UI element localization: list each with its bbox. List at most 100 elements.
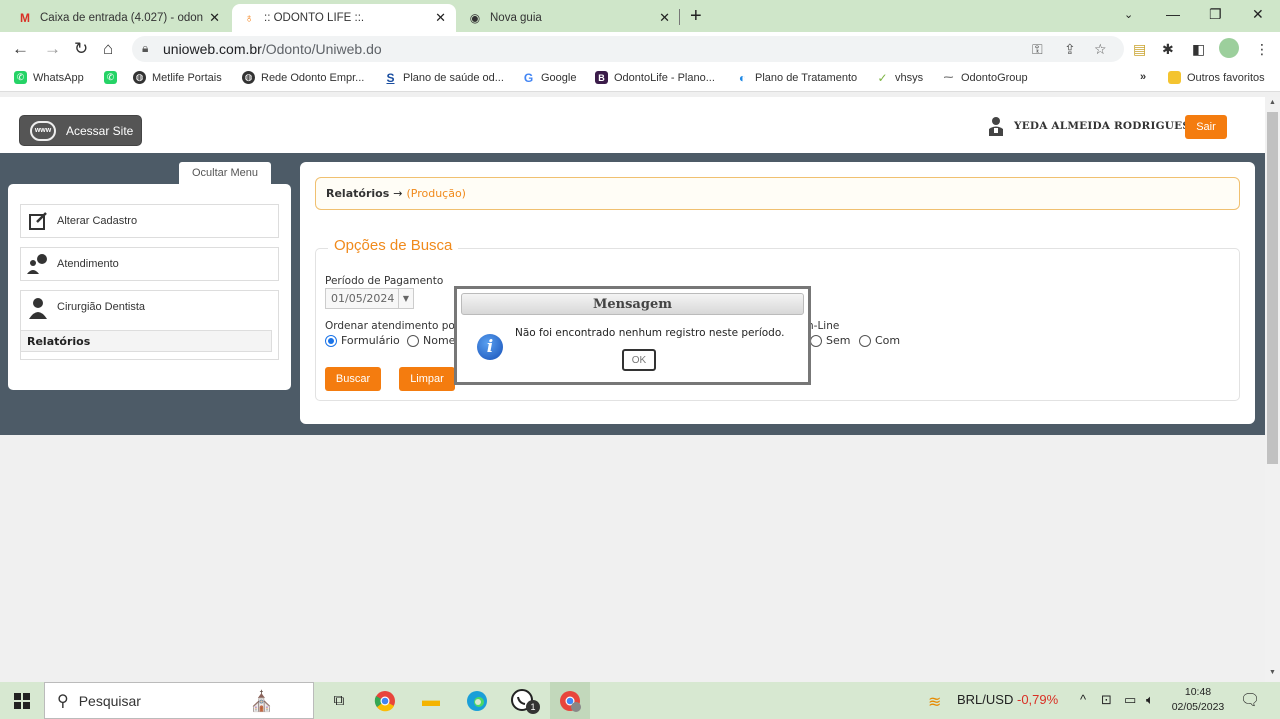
file-explorer-icon[interactable]: ▬ — [416, 682, 446, 719]
vertical-scrollbar[interactable]: ▲ ▼ — [1265, 97, 1280, 682]
globe-icon: ◍ — [242, 71, 255, 84]
menu-icon[interactable]: ⋮ — [1255, 41, 1269, 58]
close-icon[interactable]: ✕ — [659, 10, 670, 26]
radio-formulario[interactable]: Formulário — [325, 334, 400, 347]
radio-checked-icon[interactable] — [325, 334, 337, 347]
bookmark-metlife[interactable]: ◍ Metlife Portais — [133, 71, 222, 84]
restore-icon[interactable]: ❐ — [1209, 6, 1222, 23]
scroll-up-icon[interactable]: ▲ — [1269, 99, 1276, 106]
whatsapp-icon: ✆ — [104, 71, 117, 84]
whatsapp-taskbar-icon[interactable]: 1 — [506, 682, 540, 719]
breadcrumb-title: Relatórios — [326, 187, 390, 200]
tab-gmail[interactable]: M Caixa de entrada (4.027) - odont ✕ — [8, 4, 230, 32]
bookmark-odontolife[interactable]: B OdontoLife - Plano... — [595, 71, 715, 84]
site-header: www Acessar Site YEDA ALMEIDA RODRIGUES … — [0, 97, 1265, 153]
speaker-person-icon — [27, 253, 49, 275]
bookmark-whatsapp-2[interactable]: ✆ — [104, 71, 123, 84]
sidebar-item-atendimento[interactable]: Atendimento — [20, 247, 279, 281]
notifications-icon[interactable]: 🗨︎ — [1240, 690, 1260, 710]
www-icon: www — [30, 120, 56, 141]
radio-com[interactable]: Com — [859, 334, 900, 347]
chevron-down-icon[interactable]: ▼ — [398, 289, 413, 308]
acessar-site-button[interactable]: www Acessar Site — [19, 115, 142, 146]
task-view-icon[interactable]: ⧉ — [324, 682, 354, 719]
scroll-thumb[interactable] — [1267, 112, 1278, 464]
radio-label: Formulário — [341, 334, 400, 347]
bookmark-rede-odonto[interactable]: ◍ Rede Odonto Empr... — [242, 71, 364, 84]
sidebar-item-alterar-cadastro[interactable]: Alterar Cadastro — [20, 204, 279, 238]
buscar-button[interactable]: Buscar — [325, 367, 381, 391]
currency-change: -0,79% — [1017, 692, 1059, 707]
dialog-title: Mensagem — [461, 293, 804, 315]
bookmark-plano-saude[interactable]: S Plano de saúde od... — [384, 71, 504, 85]
close-icon[interactable]: ✕ — [209, 10, 220, 26]
search-options-legend: Opções de Busca — [328, 237, 459, 254]
bookmark-odontogroup[interactable]: ⁓ OdontoGroup — [942, 71, 1028, 84]
radio-sem[interactable]: Sem — [810, 334, 850, 347]
taskbar-search[interactable]: ⚲ Pesquisar ⛪ — [44, 682, 314, 719]
tab-search-icon[interactable]: ⌄ — [1124, 8, 1133, 21]
edge-icon[interactable] — [462, 682, 492, 719]
person-icon — [27, 297, 49, 319]
ok-button[interactable]: OK — [622, 349, 656, 371]
radio-unchecked-icon[interactable] — [810, 334, 822, 347]
puzzle-icon[interactable]: ✱ — [1162, 41, 1174, 58]
battery-icon[interactable]: ▭ — [1124, 692, 1136, 708]
meet-icon[interactable]: ⊡ — [1101, 692, 1112, 708]
period-select[interactable]: 01/05/2024 ▼ — [325, 288, 414, 309]
hide-menu-button[interactable]: Ocultar Menu — [179, 162, 271, 184]
bookmark-google[interactable]: G Google — [522, 70, 576, 85]
search-highlight-icon: ⛪ — [249, 691, 274, 713]
share-icon[interactable]: ⇪ — [1064, 41, 1076, 58]
currency-label[interactable]: BRL/USD — [957, 692, 1013, 707]
volume-icon[interactable]: 🔈︎ — [1146, 692, 1154, 708]
reload-icon[interactable]: ↻ — [74, 39, 88, 59]
sidebar-subitem-relatorios[interactable]: Relatórios — [20, 330, 272, 352]
window-close-icon[interactable]: ✕ — [1252, 6, 1264, 23]
scroll-down-icon[interactable]: ▼ — [1269, 669, 1276, 676]
new-tab-button[interactable]: + — [690, 5, 702, 28]
bookmark-label: Outros favoritos — [1187, 71, 1265, 84]
tab-label: :: ODONTO LIFE ::. — [264, 12, 365, 24]
google-icon: G — [522, 70, 535, 85]
circle-logo-icon: ◐ — [736, 71, 749, 85]
bookmark-vhsys[interactable]: ✓ vhsys — [876, 70, 923, 85]
home-icon[interactable]: ⌂ — [103, 39, 113, 59]
sidepanel-icon[interactable]: ◧ — [1192, 41, 1205, 58]
close-icon[interactable]: ✕ — [435, 10, 446, 26]
clock-date: 02/05/2023 — [1171, 701, 1225, 713]
check-logo-icon: ✓ — [876, 70, 889, 85]
limpar-button[interactable]: Limpar — [399, 367, 455, 391]
currency-widget-icon[interactable]: ≋ — [928, 692, 941, 712]
start-button[interactable] — [0, 682, 44, 719]
tab-odonto-life[interactable]: ♁ :: ODONTO LIFE ::. ✕ — [232, 4, 456, 32]
period-label: Período de Pagamento — [325, 275, 444, 287]
radio-unchecked-icon[interactable] — [407, 334, 419, 347]
radio-unchecked-icon[interactable] — [859, 334, 871, 347]
globe-icon: ◍ — [133, 71, 146, 84]
radio-nome[interactable]: Nome — [407, 334, 455, 347]
chrome-profile-taskbar-icon[interactable] — [550, 682, 590, 719]
info-icon: i — [477, 334, 503, 360]
chevron-up-icon[interactable]: ^ — [1080, 692, 1086, 707]
more-bookmarks-button[interactable]: » — [1140, 71, 1146, 83]
back-icon[interactable]: ← — [12, 39, 29, 59]
tab-nova-guia[interactable]: ◉ Nova guia ✕ — [458, 4, 680, 32]
extension-icon[interactable]: ▤ — [1133, 41, 1146, 58]
forward-icon[interactable]: → — [44, 39, 61, 59]
clock[interactable]: 10:48 02/05/2023 — [1168, 685, 1228, 715]
chrome-taskbar-icon[interactable] — [370, 682, 400, 719]
key-icon[interactable]: ⚿ — [1032, 41, 1043, 58]
profile-avatar[interactable] — [1219, 38, 1239, 58]
bookmark-plano-tratamento[interactable]: ◐ Plano de Tratamento — [736, 71, 857, 85]
star-icon[interactable]: ☆ — [1094, 41, 1107, 58]
breadcrumb: Relatórios → (Produção) — [315, 177, 1240, 210]
page-content: www Acessar Site YEDA ALMEIDA RODRIGUES … — [0, 97, 1265, 682]
bookmark-whatsapp[interactable]: ✆ WhatsApp — [14, 71, 84, 84]
dialog-message: Não foi encontrado nenhum registro neste… — [515, 327, 785, 339]
address-bar[interactable]: 🔒︎ unioweb.com.br/Odonto/Uniweb.do ⚿ ⇪ ☆ — [132, 36, 1124, 62]
other-bookmarks[interactable]: Outros favoritos — [1168, 71, 1265, 84]
logout-button[interactable]: Sair — [1185, 115, 1227, 139]
windows-taskbar: ⚲ Pesquisar ⛪ ⧉ ▬ 1 ≋ BRL/USD -0,79% ^ ⊡… — [0, 682, 1280, 719]
minimize-icon[interactable]: — — [1166, 6, 1180, 22]
